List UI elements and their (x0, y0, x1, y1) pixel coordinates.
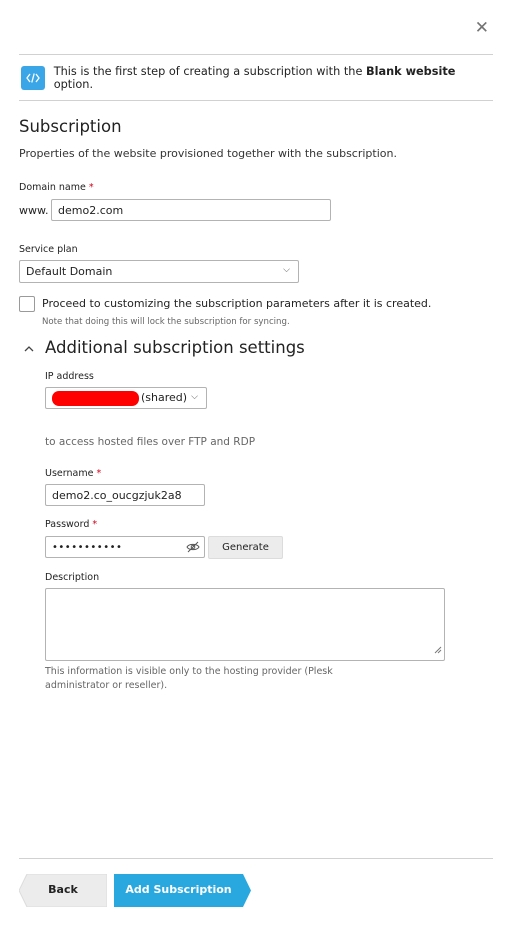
ip-address-select[interactable]: (shared) ⌵ (45, 387, 207, 409)
back-button-label: Back (48, 883, 78, 896)
domain-name-value: demo2.com (58, 203, 124, 217)
section-title-subscription: Subscription (19, 117, 122, 136)
top-divider (19, 54, 493, 55)
resize-handle-icon[interactable] (434, 639, 442, 658)
ip-address-label: IP address (45, 371, 94, 382)
add-subscription-label: Add Subscription (125, 883, 232, 896)
info-text: This is the first step of creating a sub… (53, 65, 456, 91)
password-input[interactable]: ••••••••••• (45, 536, 205, 558)
customize-note: Note that doing this will lock the subsc… (42, 317, 290, 327)
service-plan-label: Service plan (19, 244, 78, 255)
footer-divider (19, 858, 493, 859)
service-plan-value: Default Domain (26, 265, 113, 278)
description-textarea[interactable] (45, 588, 445, 661)
password-value: ••••••••••• (52, 541, 123, 553)
description-label: Description (45, 572, 100, 583)
ftp-access-text: to access hosted files over FTP and RDP (45, 436, 256, 448)
domain-name-label: Domain name * (19, 182, 94, 193)
subscription-description: Properties of the website provisioned to… (19, 147, 397, 160)
back-button[interactable]: Back (19, 874, 107, 907)
code-icon (21, 66, 45, 90)
redacted-ip (52, 391, 139, 406)
chevron-down-icon: ⌵ (191, 392, 198, 402)
domain-name-input[interactable]: demo2.com (51, 199, 331, 221)
customize-checkbox[interactable] (19, 296, 35, 312)
info-banner: This is the first step of creating a sub… (19, 64, 493, 92)
required-mark: * (88, 182, 94, 193)
info-divider (19, 100, 493, 101)
required-mark: * (92, 519, 98, 530)
service-plan-select[interactable]: Default Domain ⌵ (19, 260, 299, 283)
close-icon[interactable]: ✕ (475, 20, 489, 37)
chevron-up-icon[interactable] (24, 342, 34, 355)
additional-settings-title[interactable]: Additional subscription settings (45, 338, 305, 357)
username-value: demo2.co_oucgzjuk2a8 (52, 488, 182, 502)
eye-slash-icon[interactable] (186, 541, 200, 556)
description-help-text: This information is visible only to the … (45, 666, 333, 691)
username-input[interactable]: demo2.co_oucgzjuk2a8 (45, 484, 205, 506)
customize-label[interactable]: Proceed to customizing the subscription … (42, 297, 431, 310)
domain-prefix: www. (19, 204, 49, 217)
chevron-down-icon: ⌵ (283, 265, 290, 275)
required-mark: * (96, 468, 102, 479)
password-label: Password * (45, 519, 98, 530)
add-subscription-button[interactable]: Add Subscription (114, 874, 251, 907)
generate-button[interactable]: Generate (208, 536, 283, 559)
ip-shared-suffix: (shared) (141, 391, 188, 404)
username-label: Username * (45, 468, 102, 479)
